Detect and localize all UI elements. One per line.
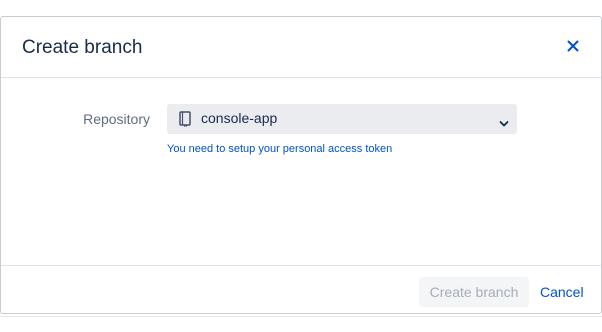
setup-token-link[interactable]: You need to setup your personal access t… [167, 143, 392, 155]
close-icon[interactable] [565, 38, 581, 54]
repository-row: Repository console-app [1, 104, 601, 134]
dialog-footer: Create branch Cancel [1, 265, 601, 316]
create-branch-button[interactable]: Create branch [419, 277, 529, 307]
background-divider [0, 316, 602, 317]
repository-label: Repository [83, 111, 150, 127]
repository-icon [179, 111, 191, 127]
chevron-down-icon [499, 115, 509, 127]
repository-select[interactable]: console-app [167, 104, 517, 134]
cancel-button[interactable]: Cancel [537, 277, 587, 307]
repository-select-value: console-app [201, 110, 278, 126]
dialog-header: Create branch [1, 17, 601, 78]
dialog-title: Create branch [22, 37, 143, 58]
create-branch-dialog: Create branch Repository console-app You… [0, 16, 602, 314]
